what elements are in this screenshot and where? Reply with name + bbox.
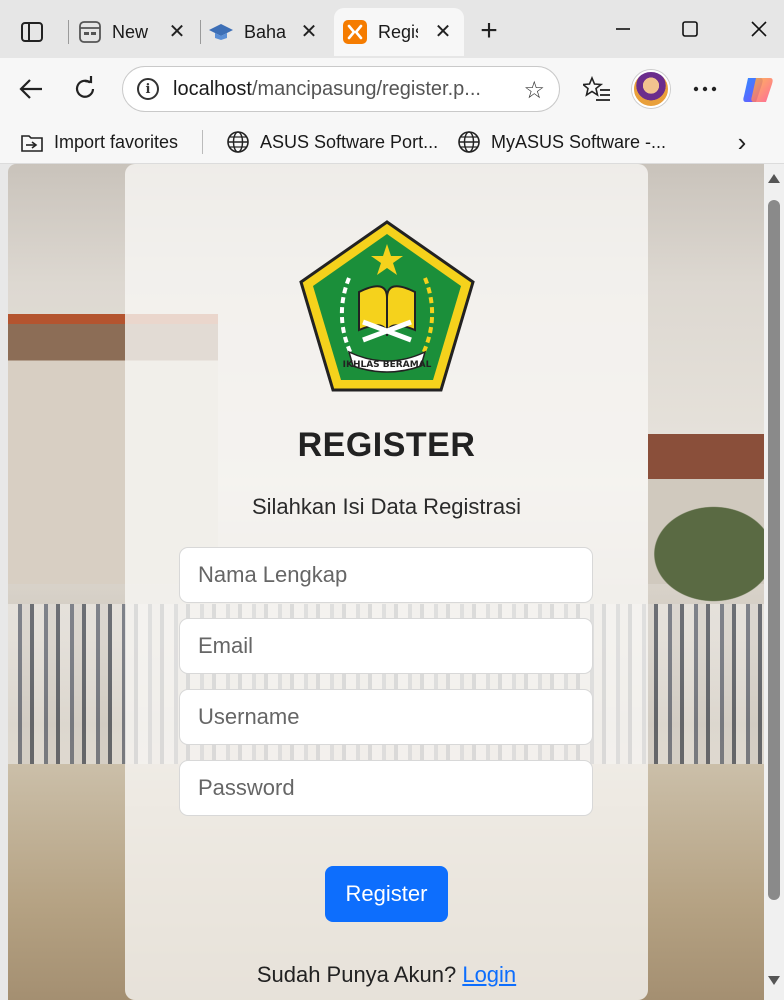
import-favorites-icon: [21, 135, 43, 152]
minimize-icon: [616, 28, 630, 30]
login-link[interactable]: Login: [462, 962, 516, 987]
tab-actions-button[interactable]: [12, 16, 52, 48]
favorite-asus-software[interactable]: ASUS Software Port...: [226, 128, 438, 156]
email-input[interactable]: [179, 618, 593, 674]
copilot-icon: [743, 78, 773, 102]
scrollbar-thumb[interactable]: [768, 200, 780, 900]
register-card: IKHLAS BERAMAL REGISTER Silahkan Isi Dat…: [125, 164, 648, 1000]
favorite-label: MyASUS Software -...: [491, 131, 667, 152]
close-tab-icon[interactable]: ✕: [164, 18, 190, 44]
new-tab-button[interactable]: +: [470, 14, 508, 48]
close-icon: [751, 21, 767, 37]
logo-motto: IKHLAS BERAMAL: [343, 360, 432, 370]
close-window-button[interactable]: [736, 12, 782, 46]
full-name-input[interactable]: [179, 547, 593, 603]
tab-separator: [200, 20, 201, 44]
maximize-icon: [682, 21, 698, 37]
scroll-up-arrow-icon[interactable]: [768, 174, 780, 183]
favorite-import[interactable]: Import favorites: [20, 128, 178, 156]
new-tab-page-icon: [79, 21, 101, 43]
xampp-icon: [343, 20, 367, 44]
scroll-down-arrow-icon[interactable]: [768, 976, 780, 985]
address-bar[interactable]: i localhost/mancipasung/register.p... ☆: [122, 66, 560, 112]
favorites-button[interactable]: [578, 70, 616, 108]
globe-icon: [458, 131, 480, 153]
favorites-separator: [202, 130, 203, 154]
minimize-button[interactable]: [600, 12, 646, 46]
login-prompt-line: Sudah Punya Akun? Login: [125, 962, 648, 988]
favorite-label: Import favorites: [54, 131, 179, 152]
page-subtitle: Silahkan Isi Data Registrasi: [251, 494, 521, 519]
favorite-label: ASUS Software Port...: [260, 131, 439, 152]
chevron-right-icon: ›: [737, 126, 747, 157]
favorites-list-icon: [583, 76, 610, 101]
close-tab-icon[interactable]: ✕: [430, 18, 456, 44]
background-trees: [638, 494, 764, 614]
tab-separator: [68, 20, 69, 44]
plus-icon: +: [480, 14, 498, 47]
login-prompt-text: Sudah Punya Akun?: [256, 962, 457, 987]
refresh-button[interactable]: [66, 70, 104, 108]
password-input[interactable]: [179, 760, 593, 816]
tab-regis[interactable]: Regis ✕: [334, 8, 464, 56]
refresh-icon: [75, 76, 95, 98]
kemenag-logo: IKHLAS BERAMAL: [299, 220, 475, 392]
tab-label: Baha: [244, 21, 287, 42]
register-button[interactable]: Register: [325, 866, 448, 922]
tab-label: New: [112, 21, 149, 42]
page-title: REGISTER: [297, 426, 476, 464]
favorite-myasus-software[interactable]: MyASUS Software -...: [457, 128, 666, 156]
tab-baha[interactable]: Baha ✕: [208, 8, 330, 56]
copilot-button[interactable]: [740, 72, 776, 108]
close-tab-icon[interactable]: ✕: [296, 18, 322, 44]
url-host: localhost: [173, 77, 252, 100]
url-text[interactable]: localhost/mancipasung/register.p...: [173, 78, 509, 101]
tab-label: Regis: [378, 21, 418, 42]
site-info-icon[interactable]: i: [137, 78, 159, 100]
url-path: /mancipasung/register.p...: [251, 77, 481, 100]
maximize-button[interactable]: [667, 12, 713, 46]
favorite-star-icon[interactable]: ☆: [523, 76, 545, 105]
back-button[interactable]: [12, 70, 50, 108]
tab-new[interactable]: New ✕: [78, 8, 198, 56]
username-input[interactable]: [179, 689, 593, 745]
more-dots-icon: [693, 86, 717, 92]
globe-icon: [227, 131, 249, 153]
graduation-cap-icon: [209, 24, 233, 40]
favorites-bar: Import favorites ASUS Software Port... M…: [0, 120, 784, 164]
browser-toolbar: i localhost/mancipasung/register.p... ☆: [0, 58, 784, 120]
profile-avatar[interactable]: [632, 70, 670, 108]
tab-actions-icon: [21, 22, 43, 42]
tab-strip: New ✕ Baha ✕ Regis ✕ +: [0, 0, 784, 62]
page-scrollbar[interactable]: [764, 164, 784, 1000]
page-viewport: IKHLAS BERAMAL REGISTER Silahkan Isi Dat…: [8, 164, 764, 1000]
favorites-more-button[interactable]: ›: [728, 126, 756, 157]
more-menu-button[interactable]: [686, 70, 724, 108]
back-arrow-icon: [19, 79, 42, 99]
